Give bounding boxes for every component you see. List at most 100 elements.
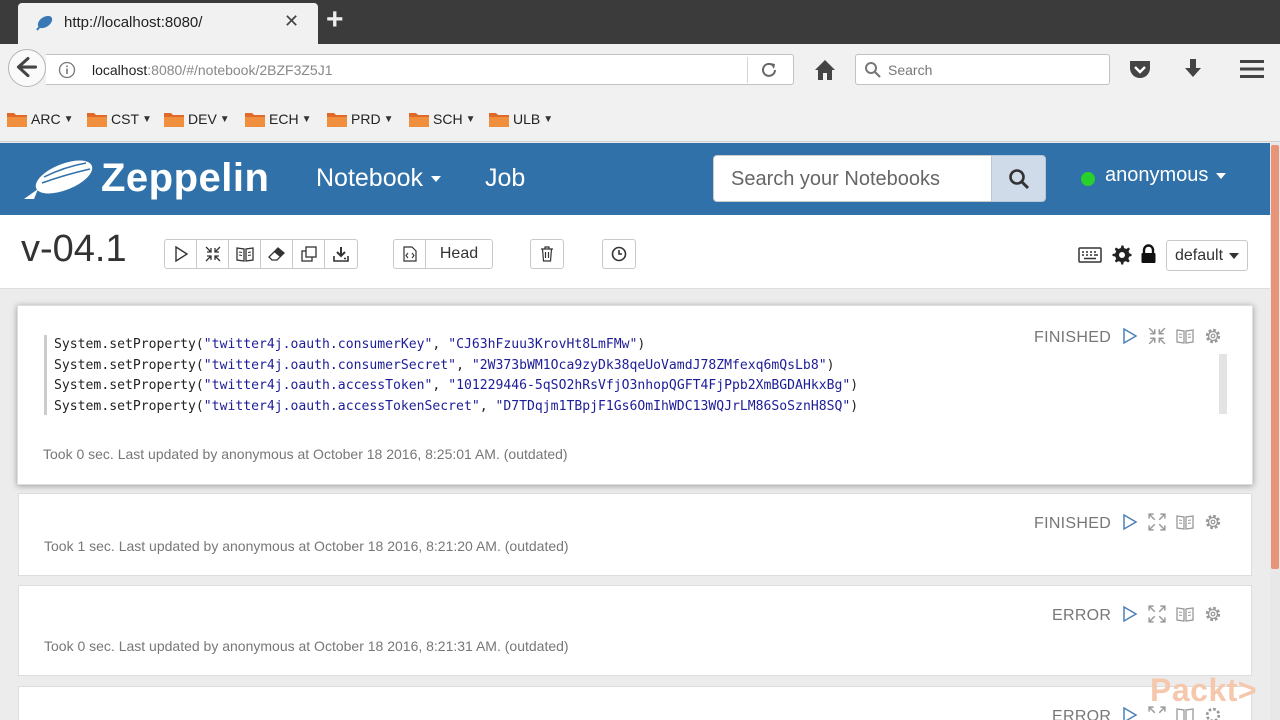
delete-notebook-button[interactable] [531, 240, 563, 268]
scheduler-button[interactable] [603, 240, 635, 268]
code-line: System.setProperty("twitter4j.oauth.acce… [54, 378, 859, 393]
bookmark-folder-prd[interactable]: PRD ▼ [326, 108, 393, 130]
paragraph-4[interactable]: ERROR [18, 686, 1252, 720]
chevron-down-icon: ▼ [142, 113, 152, 125]
gear-icon[interactable] [1112, 245, 1132, 265]
zeppelin-header: Zeppelin Notebook Job Search your Notebo… [0, 143, 1270, 215]
reload-icon[interactable] [759, 60, 779, 80]
export-notebook-button[interactable] [325, 240, 357, 268]
scheduler-group [602, 239, 636, 269]
nav-notebook-dropdown[interactable]: Notebook [316, 164, 442, 193]
page-scrollbar[interactable] [1270, 143, 1280, 720]
page-scrollbar-thumb[interactable] [1271, 145, 1279, 569]
notebook-toolbar: v-04.1 Head default [0, 215, 1270, 289]
run-paragraph-icon[interactable] [1122, 605, 1138, 623]
browser-search-bar[interactable]: Search [855, 54, 1110, 85]
info-icon[interactable] [58, 61, 76, 79]
chevron-down-icon: ▼ [301, 113, 312, 125]
chevron-down-icon: ▼ [543, 113, 554, 125]
notebook-title[interactable]: v-04.1 [21, 228, 127, 271]
pocket-icon[interactable] [1127, 56, 1153, 82]
paragraph-footer: Took 1 sec. Last updated by anonymous at… [44, 538, 569, 554]
file-code-icon [402, 246, 417, 262]
home-icon[interactable] [812, 57, 838, 83]
bookmark-folder-arc[interactable]: ARC ▼ [6, 108, 73, 130]
show-output-button[interactable] [229, 240, 261, 268]
caret-down-icon [431, 176, 442, 183]
run-all-button[interactable] [165, 240, 197, 268]
bookmark-folder-ech[interactable]: ECH ▼ [244, 108, 311, 130]
connection-status-icon [1081, 172, 1095, 186]
url-bar[interactable]: localhost:8080/#/notebook/2BZF3Z5J1 [46, 54, 794, 85]
run-paragraph-icon[interactable] [1122, 513, 1138, 531]
gear-icon[interactable] [1204, 513, 1222, 531]
chevron-down-icon: ▼ [63, 113, 74, 125]
nav-job-link[interactable]: Job [485, 164, 525, 193]
code-editor[interactable]: System.setProperty("twitter4j.oauth.cons… [44, 335, 1229, 415]
paragraph-controls [1122, 513, 1222, 531]
notebook-search-button[interactable] [991, 155, 1046, 202]
bookmark-label: ULB [513, 111, 541, 127]
show-output-icon[interactable] [1176, 514, 1194, 530]
lock-icon[interactable] [1140, 244, 1157, 264]
code-line: System.setProperty("twitter4j.oauth.acce… [54, 398, 859, 414]
gear-icon[interactable] [1204, 327, 1222, 345]
keyboard-icon[interactable] [1078, 247, 1102, 263]
notebook-search-input[interactable]: Search your Notebooks [713, 155, 992, 202]
head-revision-button[interactable]: Head [426, 240, 492, 268]
zeppelin-brand[interactable]: Zeppelin [101, 156, 269, 201]
notebook-actions-group [164, 239, 358, 269]
show-output-icon[interactable] [1176, 328, 1194, 344]
code-scrollbar[interactable] [1219, 354, 1227, 414]
gear-icon[interactable] [1204, 605, 1222, 623]
download-icon [333, 247, 349, 262]
user-menu-dropdown[interactable]: anonymous [1105, 164, 1227, 187]
bookmark-label: DEV [188, 111, 217, 127]
bookmark-folder-ulb[interactable]: ULB ▼ [488, 108, 553, 130]
url-text[interactable]: localhost:8080/#/notebook/2BZF3Z5J1 [92, 62, 333, 78]
bookmark-folder-sch[interactable]: SCH ▼ [408, 108, 475, 130]
search-icon [865, 62, 881, 78]
zeppelin-logo-icon[interactable] [22, 155, 96, 205]
paragraph-footer: Took 0 sec. Last updated by anonymous at… [44, 638, 569, 654]
close-tab-icon[interactable]: ✕ [284, 11, 299, 32]
code-line: System.setProperty("twitter4j.oauth.cons… [54, 357, 835, 373]
browser-search-placeholder: Search [888, 62, 933, 78]
paragraph-1[interactable]: System.setProperty("twitter4j.oauth.cons… [17, 305, 1253, 485]
bookmark-folder-cst[interactable]: CST ▼ [86, 108, 152, 130]
paragraph-3[interactable]: ERROR Took 0 sec. Last updated by anonym… [18, 585, 1252, 676]
expand-editor-icon[interactable] [1148, 605, 1166, 623]
url-path: :8080/#/notebook/2BZF3Z5J1 [147, 62, 333, 78]
nav-notebook-label: Notebook [316, 164, 424, 192]
bookmark-label: SCH [433, 111, 463, 127]
back-button[interactable] [8, 49, 46, 87]
paragraph-2[interactable]: FINISHED Took 1 sec. Last updated by ano… [18, 493, 1252, 576]
clear-output-button[interactable] [261, 240, 293, 268]
paragraph-controls [1122, 327, 1222, 345]
browser-tab[interactable]: http://localhost:8080/ ✕ [18, 3, 318, 44]
back-arrow-icon [16, 57, 38, 78]
interpreter-binding-dropdown[interactable]: default [1166, 240, 1248, 271]
show-output-icon[interactable] [1176, 606, 1194, 622]
chevron-down-icon: ▼ [219, 113, 230, 125]
show-output-icon [235, 247, 254, 262]
new-tab-icon[interactable]: + [326, 5, 344, 35]
version-control-button[interactable] [394, 240, 426, 268]
run-paragraph-icon[interactable] [1122, 327, 1138, 345]
expand-editor-icon[interactable] [1148, 513, 1166, 531]
clone-icon [300, 246, 317, 262]
bookmark-label: ECH [269, 111, 299, 127]
clone-notebook-button[interactable] [293, 240, 325, 268]
paragraph-status: ERROR [1052, 708, 1112, 720]
hamburger-menu-icon[interactable] [1239, 57, 1265, 81]
paragraph-controls [1122, 605, 1222, 623]
trash-icon [541, 246, 553, 262]
collapse-editor-icon[interactable] [1148, 327, 1166, 345]
bookmark-folder-dev[interactable]: DEV ▼ [163, 108, 230, 130]
zeppelin-favicon-icon [36, 15, 53, 31]
folder-icon [7, 113, 27, 127]
collapse-code-button[interactable] [197, 240, 229, 268]
run-paragraph-icon[interactable] [1122, 706, 1138, 720]
download-icon[interactable] [1180, 56, 1206, 82]
collapse-code-icon [205, 246, 220, 262]
